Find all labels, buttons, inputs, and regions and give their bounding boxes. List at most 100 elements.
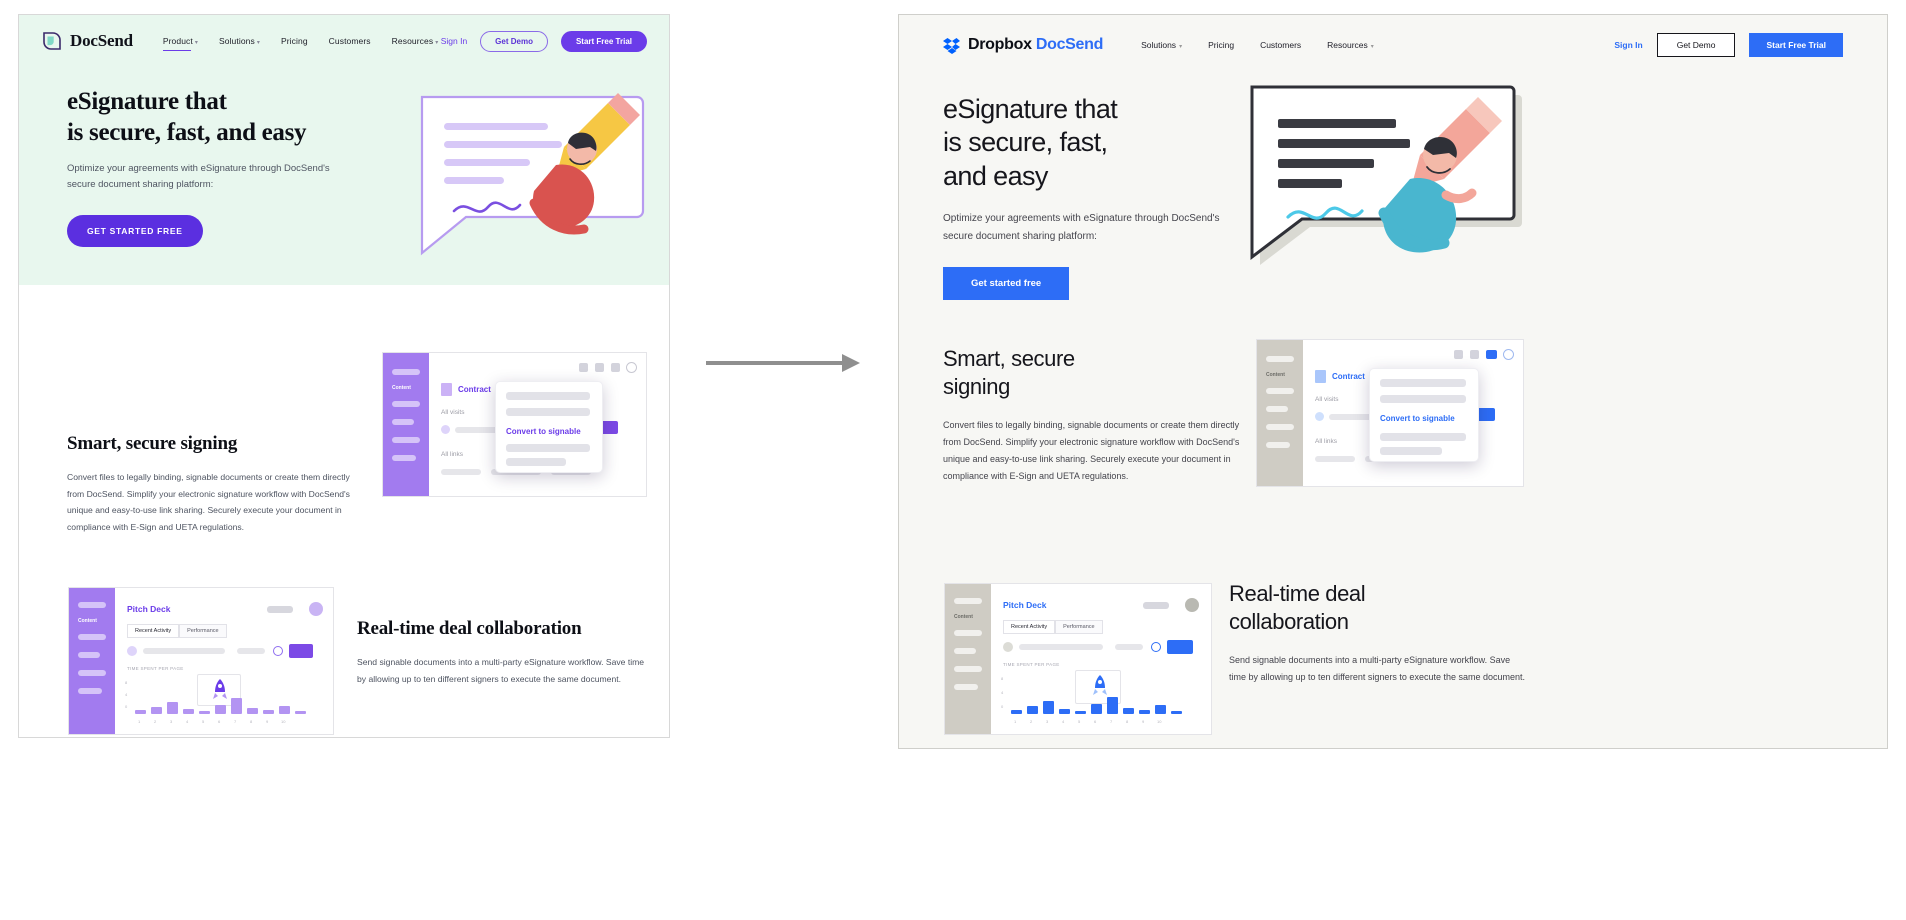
old-hero-illustration (414, 91, 654, 276)
new-collab-heading: Real-time deal collaboration (1229, 581, 1366, 635)
bar (1075, 711, 1086, 714)
bar (215, 705, 226, 714)
tab-performance[interactable]: Performance (179, 624, 227, 638)
chevron-down-icon: ▾ (194, 40, 198, 46)
dropbox-box-icon (943, 37, 960, 54)
new-nav-item-pricing[interactable]: Pricing (1208, 40, 1234, 50)
rail-item (78, 602, 106, 608)
bar (1107, 697, 1118, 714)
mockup-doc-title: Pitch Deck (1003, 600, 1047, 610)
overlay-line (1380, 395, 1466, 403)
new-logo-text: Dropbox DocSend (968, 36, 1104, 53)
bar (199, 711, 210, 714)
document-icon (1315, 370, 1326, 383)
comparison-canvas: DocSend Product ▾ Solutions ▾ Pricing Cust… (0, 0, 1906, 920)
activity-avatar (1003, 642, 1013, 652)
chevron-down-icon: ▾ (256, 40, 260, 46)
row-line (237, 648, 265, 654)
rail-content-label: Content (78, 618, 97, 624)
new-hero-cta-button[interactable]: Get started free (943, 266, 1070, 300)
old-hero-cta-button[interactable]: GET STARTED FREE (67, 214, 203, 247)
old-signing-heading: Smart, secure signing (67, 433, 238, 454)
chart-caption: TIME SPENT PER PAGE (127, 666, 184, 671)
bar (183, 709, 194, 714)
mockup-sidebar: Content (383, 353, 429, 496)
row-line (1115, 644, 1143, 650)
rail-content-label: Content (954, 614, 973, 620)
convert-to-signable-link[interactable]: Convert to signable (506, 427, 581, 436)
mockup-all-visits-label: All visits (1315, 396, 1339, 403)
new-get-demo-button[interactable]: Get Demo (1656, 33, 1736, 57)
old-sign-in-link[interactable]: Sign In (441, 36, 467, 46)
bar (247, 708, 258, 714)
new-hero-subtext: Optimize your agreements with eSignature… (943, 213, 1220, 242)
new-nav-actions: Sign In Get Demo Start Free Trial (1614, 33, 1843, 57)
new-start-free-trial-button[interactable]: Start Free Trial (1749, 33, 1843, 57)
rocket-icon (213, 679, 227, 699)
old-nav-item-product[interactable]: Product ▾ (162, 36, 198, 51)
row-line (1019, 644, 1103, 650)
overlay-line (506, 444, 590, 452)
bar (1043, 701, 1054, 714)
new-signing-section-copy: Smart, secure signing Convert files to l… (943, 345, 1243, 484)
old-logo[interactable]: DocSend (41, 30, 133, 52)
bar (1155, 705, 1166, 714)
old-signing-body: Convert files to legally binding, signab… (67, 472, 350, 532)
eye-icon (579, 363, 588, 372)
rail-item (78, 670, 106, 676)
old-collab-body: Send signable documents into a multi-par… (357, 657, 645, 684)
new-logo[interactable]: Dropbox DocSend (943, 36, 1103, 54)
new-signing-body: Convert files to legally binding, signab… (943, 420, 1240, 481)
tab-recent-activity[interactable]: Recent Activity (127, 624, 180, 638)
avatar (1185, 598, 1199, 612)
old-navbar: DocSend Product ▾ Solutions ▾ Pricing Cust… (19, 15, 669, 67)
rail-content-label: Content (392, 385, 411, 391)
new-nav-item-resources[interactable]: Resources ▾ (1327, 40, 1374, 50)
rail-item (392, 455, 416, 461)
header-line (1143, 602, 1169, 609)
document-icon (441, 383, 452, 396)
old-nav-actions: Sign In Get Demo Start Free Trial (441, 30, 647, 52)
mockup-doc-title: Contract (458, 385, 491, 394)
new-signing-mockup: Content Contract All visits All links Co… (1256, 339, 1524, 487)
new-nav-item-solutions[interactable]: Solutions ▾ (1141, 40, 1182, 50)
old-nav-item-pricing[interactable]: Pricing (281, 36, 308, 46)
chart-icon (1167, 640, 1193, 654)
rail-item (954, 648, 976, 654)
visit-avatar (441, 425, 450, 434)
bar (279, 706, 290, 714)
header-line (267, 606, 293, 613)
old-get-demo-button[interactable]: Get Demo (480, 30, 548, 52)
old-nav-item-resources[interactable]: Resources ▾ (392, 36, 439, 46)
bar (1059, 709, 1070, 714)
tab-performance[interactable]: Performance (1055, 620, 1103, 634)
old-start-free-trial-button[interactable]: Start Free Trial (560, 30, 647, 52)
convert-to-signable-link[interactable]: Convert to signable (1380, 414, 1455, 423)
mockup-frame: Content Contract All visits All links Co… (382, 352, 647, 497)
rail-item (78, 688, 102, 694)
bar (1091, 704, 1102, 714)
status-ring-icon (1151, 642, 1161, 652)
old-hero-heading: eSignature that is secure, fast, and eas… (67, 88, 307, 146)
overlay-line (506, 392, 590, 400)
bar (1171, 711, 1182, 714)
bar (167, 702, 178, 714)
bar (1027, 706, 1038, 714)
old-collab-section-copy: Real-time deal collaboration Send signab… (357, 618, 647, 687)
new-nav-item-customers[interactable]: Customers (1260, 40, 1301, 50)
old-nav-item-customers[interactable]: Customers (329, 36, 371, 46)
new-navbar: Dropbox DocSend Solutions ▾ Pricing Custo… (899, 15, 1887, 75)
avatar (626, 362, 637, 373)
mockup-tabs: Recent Activity Performance (127, 624, 227, 638)
old-design-page: DocSend Product ▾ Solutions ▾ Pricing Cust… (18, 14, 670, 738)
old-signing-mockup: Content Contract All visits All links Co… (382, 352, 647, 497)
old-nav-item-solutions[interactable]: Solutions ▾ (219, 36, 260, 46)
rail-item (392, 437, 420, 443)
old-collab-mockup: Content Pitch Deck Recent Activity Perfo… (68, 587, 334, 735)
new-sign-in-link[interactable]: Sign In (1614, 40, 1642, 50)
new-collab-section-copy: Real-time deal collaboration Send signab… (1229, 580, 1529, 686)
rail-item (1266, 424, 1294, 430)
mockup-all-visits-label: All visits (441, 409, 465, 416)
tab-recent-activity[interactable]: Recent Activity (1003, 620, 1056, 634)
mockup-tabs: Recent Activity Performance (1003, 620, 1103, 634)
